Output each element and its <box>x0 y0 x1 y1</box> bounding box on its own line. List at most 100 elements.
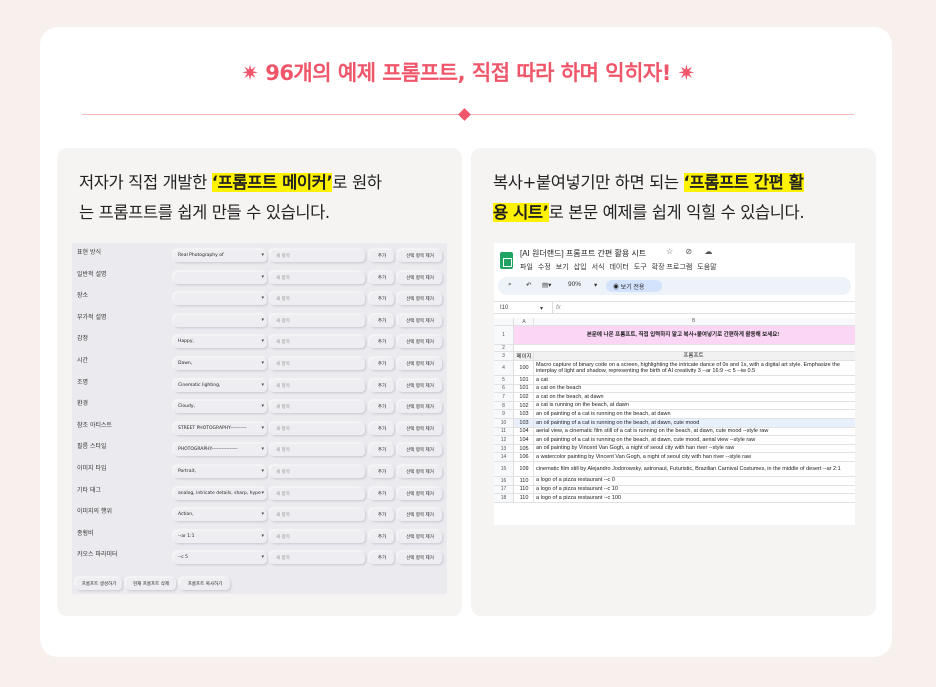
maker-option-select[interactable]: ▾ <box>174 271 267 284</box>
menu-item[interactable]: 파일 <box>520 264 533 271</box>
new-item-input[interactable]: 새 항목 <box>270 487 365 500</box>
add-button[interactable]: 추가 <box>370 422 394 435</box>
remove-selected-button[interactable]: 선택 항목 제거 <box>398 358 442 370</box>
prompt-cell[interactable]: cinematic film still by Alejandro Jodoro… <box>536 462 851 476</box>
table-row[interactable]: 8 102 a cat is running on the beach, at da… <box>494 401 855 411</box>
table-row[interactable]: 6 101 a cat on the beach <box>494 384 855 394</box>
maker-option-select[interactable]: ▾ <box>174 314 267 327</box>
new-item-input[interactable]: 새 항목 <box>270 379 365 392</box>
menu-item[interactable]: 보기 <box>556 264 569 271</box>
remove-selected-button[interactable]: 선택 항목 제거 <box>398 552 442 565</box>
remove-selected-button[interactable]: 선택 항목 제거 <box>398 271 442 284</box>
page-cell[interactable]: 110 <box>515 485 534 494</box>
menu-item[interactable]: 서식 <box>592 264 605 271</box>
remove-selected-button[interactable]: 선택 항목 제거 <box>398 466 442 478</box>
page-cell[interactable]: 102 <box>515 401 534 410</box>
prompt-cell[interactable]: a watercolor painting by Vincent Van Gog… <box>536 453 851 461</box>
add-button[interactable]: 추가 <box>370 358 394 370</box>
page-cell[interactable]: 106 <box>515 453 534 461</box>
prompt-cell[interactable]: an oil painting of a cat is running on t… <box>536 419 851 427</box>
add-button[interactable]: 추가 <box>370 530 394 543</box>
remove-selected-button[interactable]: 선택 항목 제거 <box>398 250 442 262</box>
table-row[interactable]: 11 104 aerial view, a cinematic film still… <box>494 427 855 437</box>
page-cell[interactable]: 110 <box>515 476 534 485</box>
table-row[interactable]: 5 101 a cat <box>494 376 855 385</box>
copy-prompt-button[interactable]: 프롬프트 복사하기 <box>180 578 230 590</box>
prompt-cell[interactable]: a logo of a pizza restaurant --c 100 <box>536 494 851 502</box>
table-row[interactable]: 16 110 a logo of a pizza restaurant --c 0 <box>494 476 855 486</box>
cell-reference[interactable]: I10 <box>500 305 508 311</box>
prompt-cell[interactable]: an oil painting by Vincent Van Gogh, a n… <box>536 445 851 453</box>
prompt-cell[interactable]: a logo of a pizza restaurant --c 0 <box>536 477 851 485</box>
add-button[interactable]: 추가 <box>370 444 394 457</box>
maker-option-select[interactable]: Real Photography of ▾ <box>174 250 267 262</box>
title-icons[interactable]: ☆ ⊘ ☁ <box>666 247 717 256</box>
remove-selected-button[interactable]: 선택 항목 제거 <box>398 444 442 457</box>
view-only-button[interactable]: ◉ 보기 전용 <box>606 280 662 292</box>
remove-selected-button[interactable]: 선택 항목 제거 <box>398 487 442 500</box>
maker-option-select[interactable]: PHOTOGRAPHY---------------- ▾ <box>174 444 267 457</box>
page-cell[interactable]: 103 <box>515 418 534 427</box>
maker-option-select[interactable]: --ar 1:1 ▾ <box>174 530 267 543</box>
remove-selected-button[interactable]: 선택 항목 제거 <box>398 379 442 392</box>
add-button[interactable]: 추가 <box>370 379 394 392</box>
page-cell[interactable]: 102 <box>515 393 534 401</box>
maker-option-select[interactable]: Portrait, ▾ <box>174 466 267 478</box>
prompt-cell[interactable]: a cat on the beach, at dawn <box>536 393 851 401</box>
remove-selected-button[interactable]: 선택 항목 제거 <box>398 314 442 327</box>
undo-icon[interactable]: ↶ <box>526 281 531 289</box>
prompt-cell[interactable]: a cat is running on the beach, at dawn <box>536 402 851 410</box>
menu-item[interactable]: 수정 <box>538 264 551 271</box>
table-row[interactable]: 13 105 an oil painting by Vincent Van Gogh… <box>494 444 855 454</box>
new-item-input[interactable]: 새 항목 <box>270 358 365 370</box>
page-cell[interactable]: 105 <box>515 444 534 453</box>
page-cell[interactable]: 104 <box>515 436 534 444</box>
add-button[interactable]: 추가 <box>370 314 394 327</box>
maker-option-select[interactable]: ▾ <box>174 293 267 306</box>
remove-selected-button[interactable]: 선택 항목 제거 <box>398 509 442 522</box>
delete-prompt-button[interactable]: 현재 프롬프트 삭제 <box>126 578 176 590</box>
new-item-input[interactable]: 새 항목 <box>270 466 365 478</box>
print-icon[interactable]: ▤▾ <box>542 281 551 289</box>
prompt-cell[interactable]: a cat <box>536 376 851 384</box>
new-item-input[interactable]: 새 항목 <box>270 422 365 435</box>
table-row[interactable]: 18 110 a logo of a pizza restaurant --c 10… <box>494 494 855 503</box>
add-button[interactable]: 추가 <box>370 293 394 306</box>
maker-option-select[interactable]: Cinematic lighting, ▾ <box>174 379 267 392</box>
menu-item[interactable]: 도구 <box>634 264 647 271</box>
maker-option-select[interactable]: --c 5 ▾ <box>174 552 267 565</box>
remove-selected-button[interactable]: 선택 항목 제거 <box>398 293 442 306</box>
prompt-cell[interactable]: a logo of a pizza restaurant --c 10 <box>536 486 851 494</box>
maker-option-select[interactable]: Cloudy, ▾ <box>174 401 267 414</box>
remove-selected-button[interactable]: 선택 항목 제거 <box>398 530 442 543</box>
zoom-dropdown-icon[interactable]: ▾ <box>594 281 597 289</box>
table-row[interactable]: 9 103 an oil painting of a cat is running … <box>494 410 855 419</box>
remove-selected-button[interactable]: 선택 항목 제거 <box>398 401 442 414</box>
add-button[interactable]: 추가 <box>370 336 394 349</box>
maker-option-select[interactable]: Action, ▾ <box>174 509 267 522</box>
new-item-input[interactable]: 새 항목 <box>270 250 365 262</box>
zoom-level[interactable]: 90% <box>568 281 581 288</box>
page-cell[interactable]: 103 <box>515 410 534 418</box>
table-row[interactable]: 12 104 an oil painting of a cat is running… <box>494 436 855 445</box>
new-item-input[interactable]: 새 항목 <box>270 401 365 414</box>
new-item-input[interactable]: 새 항목 <box>270 293 365 306</box>
add-button[interactable]: 추가 <box>370 552 394 565</box>
prompt-cell[interactable]: aerial view, a cinematic film still of a… <box>536 428 851 436</box>
search-icon[interactable]: ⌕ <box>508 281 512 289</box>
generate-prompt-button[interactable]: 프롬프트 생성하기 <box>76 578 122 590</box>
add-button[interactable]: 추가 <box>370 487 394 500</box>
prompt-cell[interactable]: an oil painting of a cat is running on t… <box>536 410 851 418</box>
add-button[interactable]: 추가 <box>370 250 394 262</box>
maker-option-select[interactable]: STREET PHOTOGRAPHY---------- ▾ <box>174 422 267 435</box>
menu-item[interactable]: 데이터 <box>609 264 628 271</box>
menu-item[interactable]: 확장 프로그램 <box>652 264 693 271</box>
page-cell[interactable]: 100 <box>515 361 534 375</box>
prompt-cell[interactable]: Macro capture of binary code on a screen… <box>536 361 851 375</box>
new-item-input[interactable]: 새 항목 <box>270 509 365 522</box>
table-row[interactable]: 15 109 cinematic film still by Alejandro J… <box>494 461 855 477</box>
page-cell[interactable]: 104 <box>515 427 534 436</box>
add-button[interactable]: 추가 <box>370 466 394 478</box>
menu-item[interactable]: 삽입 <box>574 264 587 271</box>
maker-option-select[interactable]: Happy, ▾ <box>174 336 267 349</box>
